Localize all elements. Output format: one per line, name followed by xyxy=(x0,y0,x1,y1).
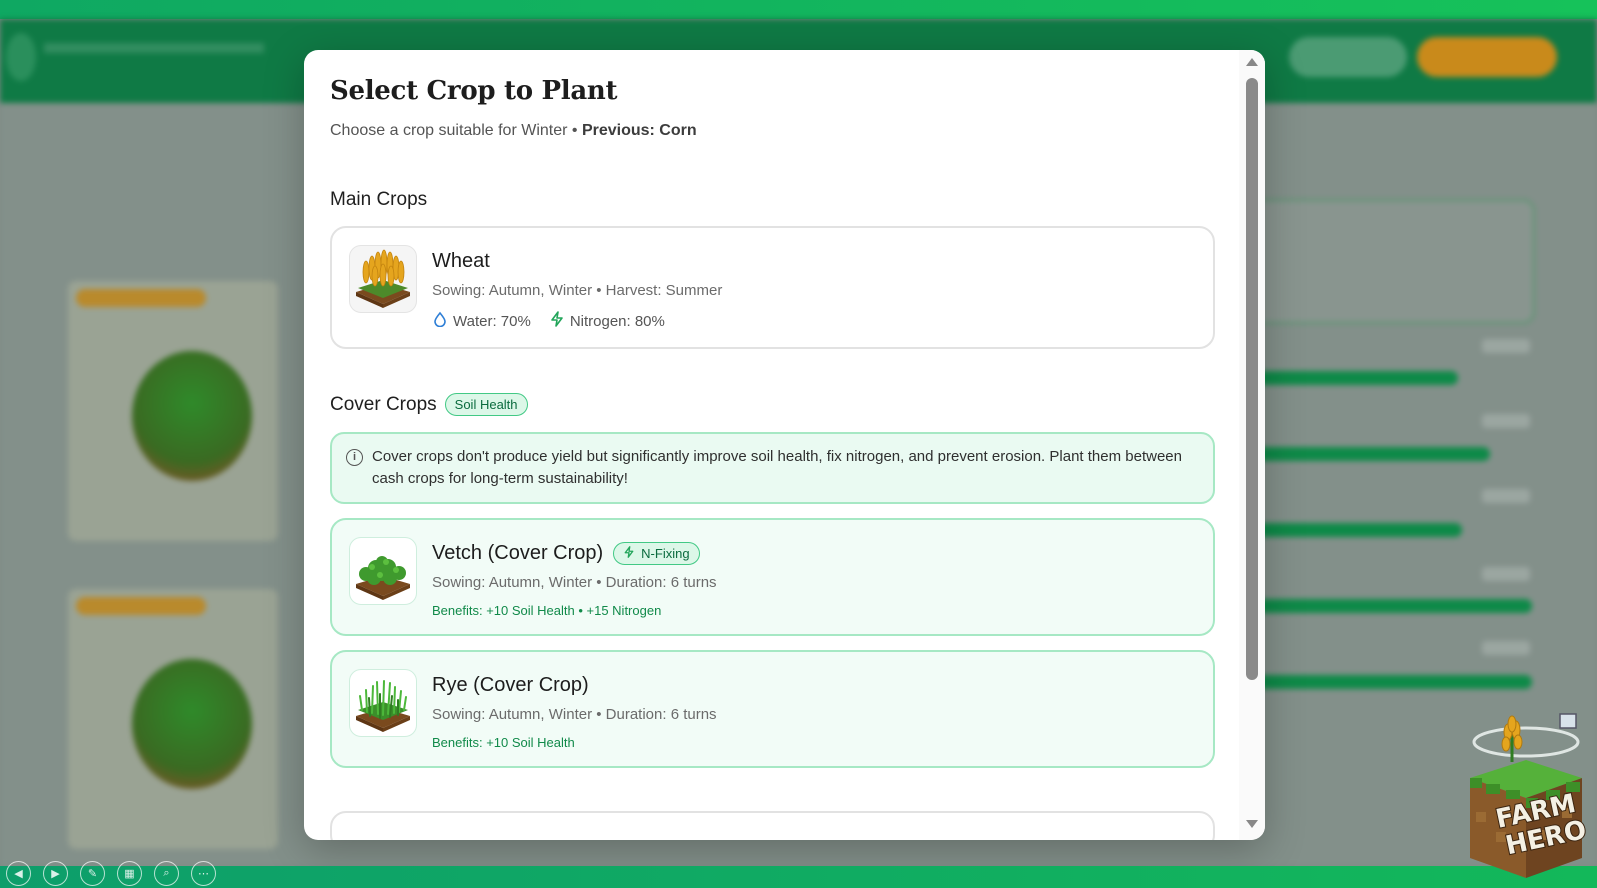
crop-sowing-duration: Sowing: Autumn, Winter • Duration: 6 tur… xyxy=(432,706,717,723)
crop-card-vetch[interactable]: Vetch (Cover Crop) N-Fixing Sowing: Autu… xyxy=(330,518,1215,636)
rye-icon xyxy=(349,669,417,737)
soil-health-badge: Soil Health xyxy=(444,393,528,416)
background-value xyxy=(1482,567,1530,581)
background-subtitle xyxy=(44,43,264,53)
background-value xyxy=(1482,489,1530,503)
bottom-accent-bar: ◀ ▶ ✎ ▦ ⌕ ⋯ xyxy=(0,861,1597,888)
background-progress xyxy=(1240,447,1490,461)
crop-stats: Water: 70% Nitrogen: 80% xyxy=(432,311,722,331)
slide-controls: ◀ ▶ ✎ ▦ ⌕ ⋯ xyxy=(6,861,216,886)
background-plot-tag xyxy=(76,289,206,307)
farm-hero-logo: FARM HERO xyxy=(1462,712,1590,882)
info-circle-icon: i xyxy=(346,449,363,466)
crop-sowing-duration: Sowing: Autumn, Winter • Duration: 6 tur… xyxy=(432,574,717,591)
crop-card-wheat[interactable]: Wheat Sowing: Autumn, Winter • Harvest: … xyxy=(330,226,1215,349)
lightning-icon xyxy=(623,546,635,561)
background-value xyxy=(1482,414,1530,428)
scroll-thumb[interactable] xyxy=(1246,78,1258,680)
section-title-cover-crops: Cover Crops Soil Health xyxy=(330,393,1239,416)
cover-crops-heading: Cover Crops xyxy=(330,393,437,415)
section-title-main-crops: Main Crops xyxy=(330,189,428,210)
crop-name: Wheat xyxy=(432,250,490,272)
scroll-down-arrow-icon[interactable] xyxy=(1246,820,1258,828)
water-value: Water: 70% xyxy=(453,312,531,330)
crop-name-row: Vetch (Cover Crop) N-Fixing xyxy=(432,542,717,565)
background-plot-card xyxy=(68,281,278,541)
background-logo xyxy=(6,33,36,81)
background-plot-crop xyxy=(132,659,252,789)
modal-content: Select Crop to Plant Choose a crop suita… xyxy=(304,50,1239,840)
background-action-pill xyxy=(1417,37,1557,77)
background-value xyxy=(1482,641,1530,655)
crop-selection-modal: Select Crop to Plant Choose a crop suita… xyxy=(304,50,1265,840)
modal-title: Select Crop to Plant xyxy=(330,76,618,106)
background-title-block xyxy=(44,35,264,53)
cover-crops-info-box: i Cover crops don't produce yield but si… xyxy=(330,432,1215,504)
crop-benefits: Benefits: +10 Soil Health • +15 Nitrogen xyxy=(432,603,662,618)
vetch-icon xyxy=(349,537,417,605)
previous-crop: Previous: Corn xyxy=(581,122,697,139)
crop-name: Vetch (Cover Crop) xyxy=(432,542,604,564)
rye-info: Rye (Cover Crop) Sowing: Autumn, Winter … xyxy=(432,674,717,766)
top-accent-bar xyxy=(0,0,1597,19)
zoom-icon[interactable]: ⌕ xyxy=(154,861,179,886)
background-side-card xyxy=(1240,199,1535,324)
scroll-up-arrow-icon[interactable] xyxy=(1246,58,1258,66)
wheat-info: Wheat Sowing: Autumn, Winter • Harvest: … xyxy=(432,250,722,347)
more-icon[interactable]: ⋯ xyxy=(191,861,216,886)
slides-grid-icon[interactable]: ▦ xyxy=(117,861,142,886)
next-icon[interactable]: ▶ xyxy=(43,861,68,886)
cover-crops-info-text: Cover crops don't produce yield but sign… xyxy=(372,448,1182,487)
background-plot-tag xyxy=(76,597,206,615)
pen-icon[interactable]: ✎ xyxy=(80,861,105,886)
background-value xyxy=(1482,339,1530,353)
vetch-info: Vetch (Cover Crop) N-Fixing Sowing: Autu… xyxy=(432,542,717,634)
crop-benefits: Benefits: +10 Soil Health xyxy=(432,735,575,750)
modal-scrollbar[interactable] xyxy=(1239,50,1265,840)
water-drop-icon xyxy=(432,311,448,331)
background-plot-card xyxy=(68,589,278,849)
nitrogen-stat: Nitrogen: 80% xyxy=(549,311,665,331)
crop-card-rye[interactable]: Rye (Cover Crop) Sowing: Autumn, Winter … xyxy=(330,650,1215,768)
season-hint: Choose a crop suitable for Winter • xyxy=(330,122,582,139)
background-progress xyxy=(1240,371,1458,385)
nitrogen-value: Nitrogen: 80% xyxy=(569,312,665,330)
crop-name: Rye (Cover Crop) xyxy=(432,674,589,696)
lightning-icon xyxy=(549,311,565,331)
background-progress xyxy=(1240,599,1532,613)
background-pill xyxy=(1289,37,1407,77)
n-fixing-label: N-Fixing xyxy=(641,546,690,561)
water-stat: Water: 70% xyxy=(432,311,531,331)
previous-icon[interactable]: ◀ xyxy=(6,861,31,886)
background-plot-crop xyxy=(132,351,252,481)
modal-subtitle: Choose a crop suitable for Winter • Prev… xyxy=(330,122,1239,140)
crop-sowing-harvest: Sowing: Autumn, Winter • Harvest: Summer xyxy=(432,282,723,299)
background-progress xyxy=(1240,675,1532,689)
crop-card-partial[interactable] xyxy=(330,811,1215,840)
n-fixing-badge: N-Fixing xyxy=(613,542,700,565)
background-progress xyxy=(1240,523,1462,537)
wheat-icon xyxy=(349,245,417,313)
